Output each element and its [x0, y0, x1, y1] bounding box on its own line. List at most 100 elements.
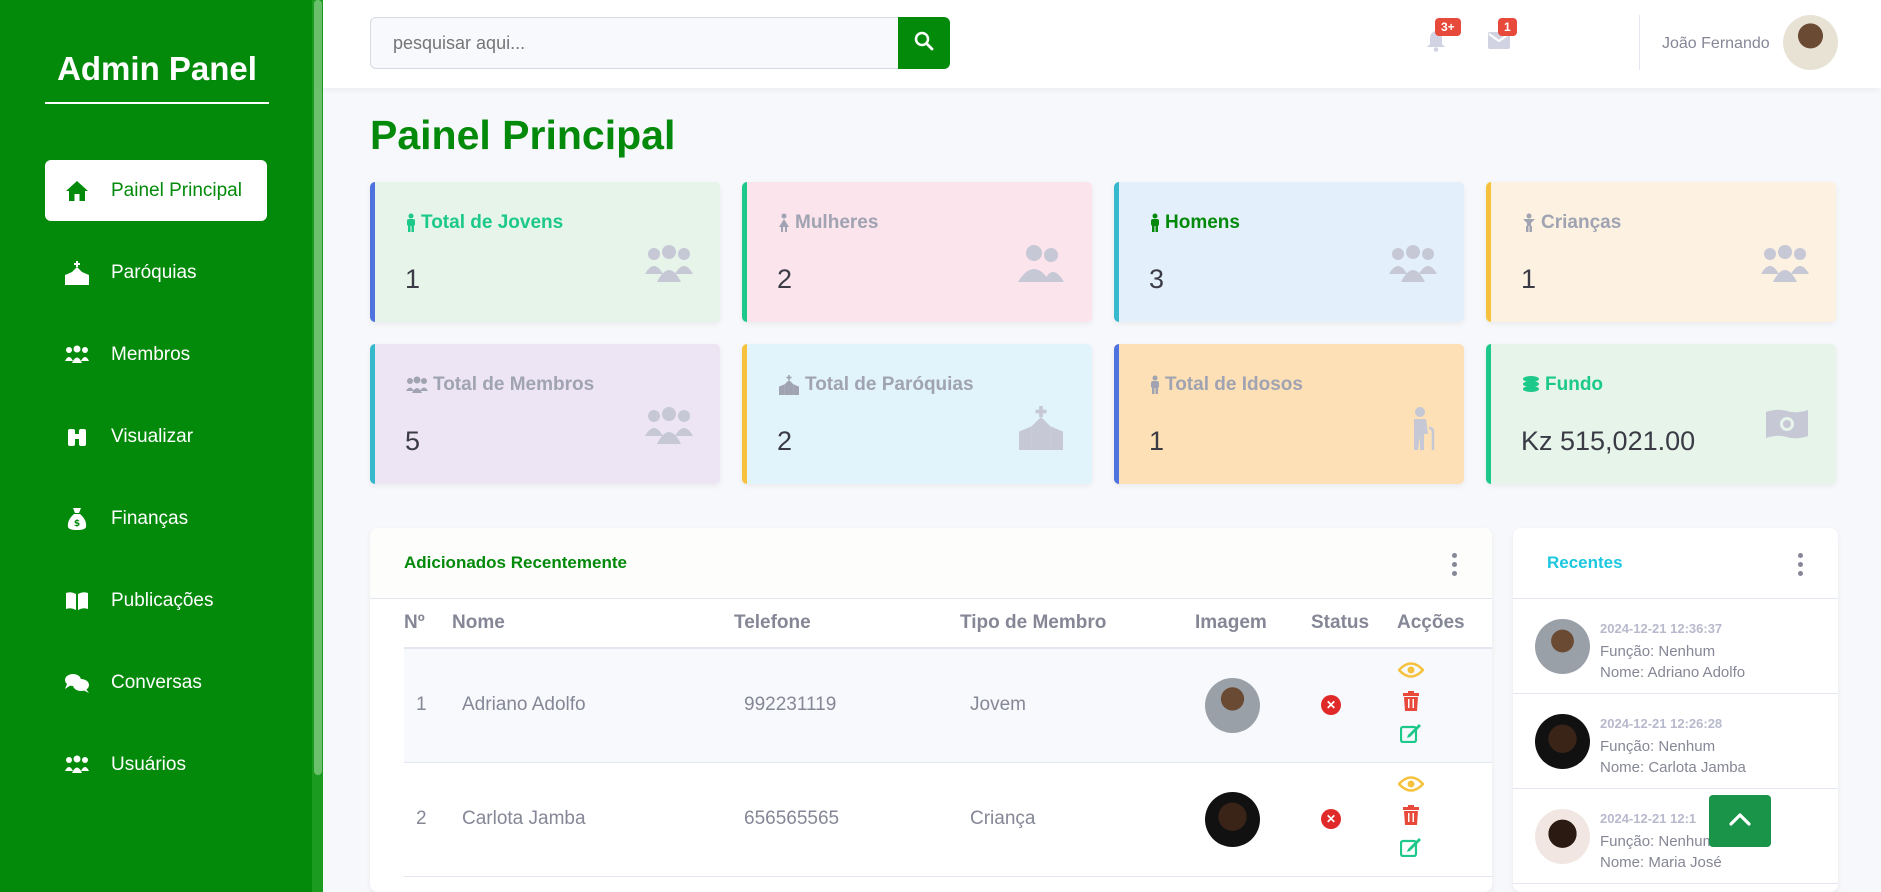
card-value: 1 [1149, 426, 1165, 456]
scrollbar-thumb[interactable] [314, 0, 322, 775]
person-icon [1149, 375, 1161, 395]
card-total-paroquias: Total de Paróquias 2 [742, 344, 1092, 484]
edit-icon[interactable] [1399, 837, 1422, 863]
recently-added-panel: Adicionados Recentemente Nº Nome Telefon… [370, 528, 1492, 892]
card-value: 2 [777, 264, 793, 294]
edit-icon[interactable] [1399, 723, 1422, 749]
scroll-to-top-button[interactable] [1709, 795, 1771, 847]
topbar-divider [1639, 15, 1640, 70]
item-nome: Nome: Adriano Adolfo [1600, 664, 1746, 681]
money-bag-icon: $ [63, 505, 91, 533]
search-button[interactable] [898, 17, 950, 69]
topbar: 3+ 1 João Fernando [323, 0, 1881, 88]
alerts-button[interactable]: 3+ [1423, 18, 1461, 56]
item-nome: Nome: Carlota Jamba [1600, 759, 1746, 776]
more-options-icon[interactable] [1452, 553, 1458, 576]
delete-trash-icon[interactable] [1402, 691, 1420, 717]
view-eye-icon[interactable] [1397, 775, 1425, 799]
page-title: Painel Principal [370, 112, 676, 158]
sidebar-item-membros[interactable]: Membros [45, 324, 267, 385]
col-header: Imagem [1195, 610, 1311, 649]
cell-nome: Adriano Adolfo [452, 648, 734, 763]
cell-tipo: Criança [960, 762, 1195, 877]
sidebar: Admin Panel Painel Principal Paróquias M… [0, 0, 312, 892]
recentes-panel: Recentes 2024-12-21 12:36:37 Função: Nen… [1513, 528, 1838, 892]
user-avatar[interactable] [1783, 15, 1838, 70]
table-row: 2 Carlota Jamba 656565565 Criança ✕ [404, 762, 1492, 877]
card-label: Total de Paróquias [805, 374, 974, 395]
card-value: 3 [1149, 264, 1165, 294]
money-bill-icon [1764, 406, 1810, 447]
list-item[interactable]: 2024-12-21 12:1 Função: Nenhum Nome: Mar… [1513, 789, 1838, 884]
church-icon [777, 375, 801, 395]
view-eye-icon[interactable] [1397, 661, 1425, 685]
users-icon [1760, 244, 1810, 289]
alerts-badge: 3+ [1435, 18, 1461, 36]
cell-n: 1 [404, 648, 452, 763]
status-inactive-icon: ✕ [1321, 809, 1341, 829]
item-date: 2024-12-21 12:26:28 [1600, 716, 1723, 731]
member-photo [1205, 791, 1260, 847]
messages-badge: 1 [1498, 18, 1517, 36]
sidebar-item-publicacoes[interactable]: Publicações [45, 570, 267, 631]
sidebar-item-usuarios[interactable]: Usuários [45, 734, 267, 795]
list-item[interactable]: 2024-12-21 12:36:37 Função: Nenhum Nome:… [1513, 599, 1838, 694]
sidebar-item-label: Usuários [111, 753, 186, 775]
sidebar-item-label: Conversas [111, 671, 202, 693]
sidebar-item-financas[interactable]: $ Finanças [45, 488, 267, 549]
card-label: Total de Membros [433, 374, 595, 395]
messages-button[interactable]: 1 [1486, 18, 1517, 56]
user-name[interactable]: João Fernando [1662, 35, 1770, 53]
card-value: 1 [1521, 264, 1537, 294]
card-label: Mulheres [795, 212, 879, 233]
coins-icon [1521, 375, 1541, 395]
search-icon [914, 31, 934, 56]
cell-nome: Carlota Jamba [452, 762, 734, 877]
card-mulheres: Mulheres 2 [742, 182, 1092, 322]
col-header: Telefone [734, 610, 960, 649]
brand-title: Admin Panel [45, 50, 269, 104]
sidebar-item-paroquias[interactable]: Paróquias [45, 242, 267, 303]
person-icon [405, 213, 417, 233]
card-label: Homens [1165, 212, 1240, 233]
item-date: 2024-12-21 12:36:37 [1600, 621, 1723, 636]
col-header: Status [1311, 610, 1397, 649]
sidebar-item-conversas[interactable]: Conversas [45, 652, 267, 713]
panel-title: Recentes [1547, 553, 1623, 572]
elderly-person-icon [1406, 406, 1438, 455]
card-label: Fundo [1545, 374, 1604, 395]
sidebar-scrollbar[interactable] [312, 0, 323, 892]
users-icon [63, 341, 91, 369]
table-row: 1 Adriano Adolfo 992231119 Jovem ✕ [404, 648, 1492, 763]
cell-n: 2 [404, 762, 452, 877]
item-funcao: Função: Nenhum [1600, 643, 1716, 660]
search-input[interactable] [370, 17, 900, 69]
item-funcao: Função: Nenhum [1600, 833, 1716, 850]
card-homens: Homens 3 [1114, 182, 1464, 322]
card-total-jovens: Total de Jovens 1 [370, 182, 720, 322]
item-date: 2024-12-21 12:1 [1600, 811, 1697, 826]
user-group-icon [63, 751, 91, 779]
more-options-icon[interactable] [1798, 553, 1804, 576]
card-total-idosos: Total de Idosos 1 [1114, 344, 1464, 484]
users-icon [644, 406, 694, 451]
cell-tipo: Jovem [960, 648, 1195, 763]
sidebar-item-painel-principal[interactable]: Painel Principal [45, 160, 267, 221]
sidebar-nav: Painel Principal Paróquias Membros Visua… [45, 160, 267, 816]
col-header: Tipo de Membro [960, 610, 1195, 649]
sidebar-item-label: Finanças [111, 507, 189, 529]
card-fundo: Fundo Kz 515,021.00 [1486, 344, 1836, 484]
card-total-membros: Total de Membros 5 [370, 344, 720, 484]
sidebar-item-visualizar[interactable]: Visualizar [45, 406, 267, 467]
comments-icon [63, 669, 91, 697]
card-value: 5 [405, 426, 421, 456]
member-photo [1205, 677, 1260, 733]
list-item[interactable]: 2024-12-21 12:26:28 Função: Nenhum Nome:… [1513, 694, 1838, 789]
binoculars-icon [63, 423, 91, 451]
card-label: Total de Jovens [421, 212, 564, 233]
panel-title: Adicionados Recentemente [404, 553, 627, 572]
delete-trash-icon[interactable] [1402, 805, 1420, 831]
user-friends-icon [1016, 244, 1066, 289]
avatar [1535, 714, 1590, 769]
cell-telefone: 992231119 [734, 648, 960, 763]
